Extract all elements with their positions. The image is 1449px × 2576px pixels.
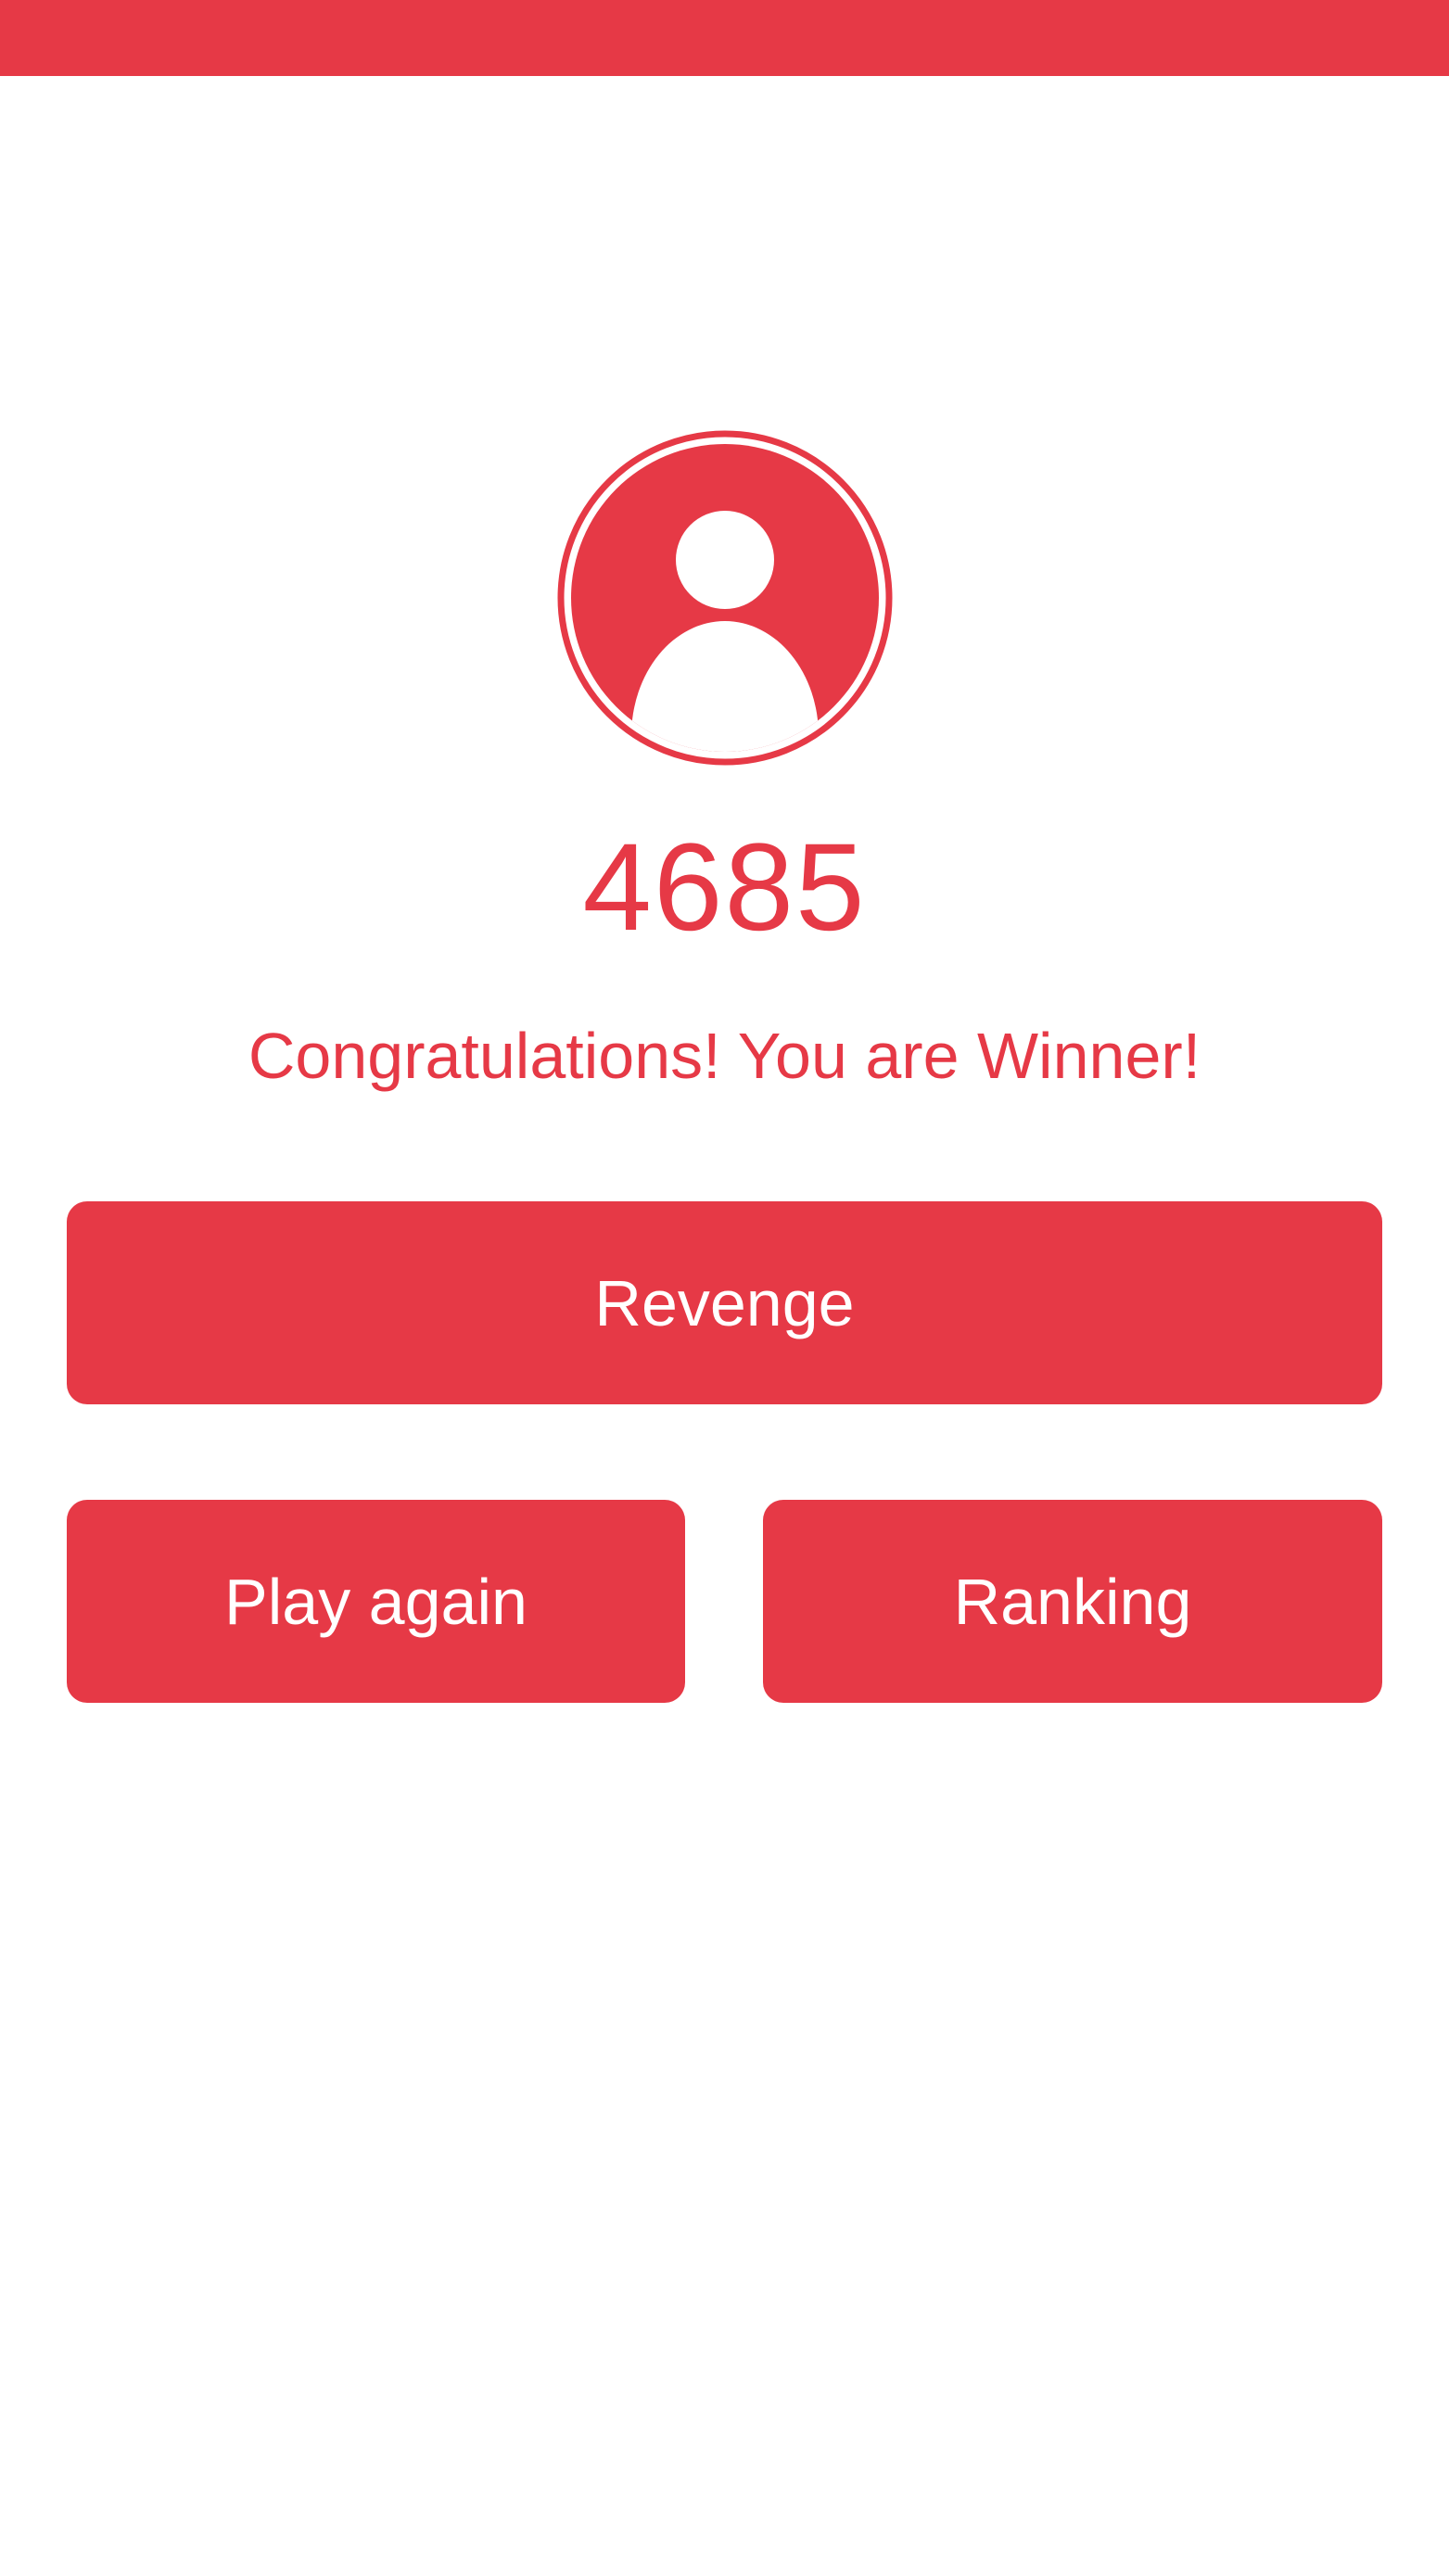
game-result-screen: 4685 Congratulations! You are Winner! Re… [0, 0, 1449, 2576]
user-icon [557, 430, 893, 766]
ranking-button[interactable]: Ranking [763, 1500, 1382, 1703]
play-again-button[interactable]: Play again [67, 1500, 685, 1703]
top-bar [0, 0, 1449, 76]
revenge-button[interactable]: Revenge [67, 1201, 1382, 1404]
win-message: Congratulations! You are Winner! [248, 1020, 1201, 1092]
score-value: 4685 [582, 818, 867, 957]
player-avatar [557, 430, 893, 766]
